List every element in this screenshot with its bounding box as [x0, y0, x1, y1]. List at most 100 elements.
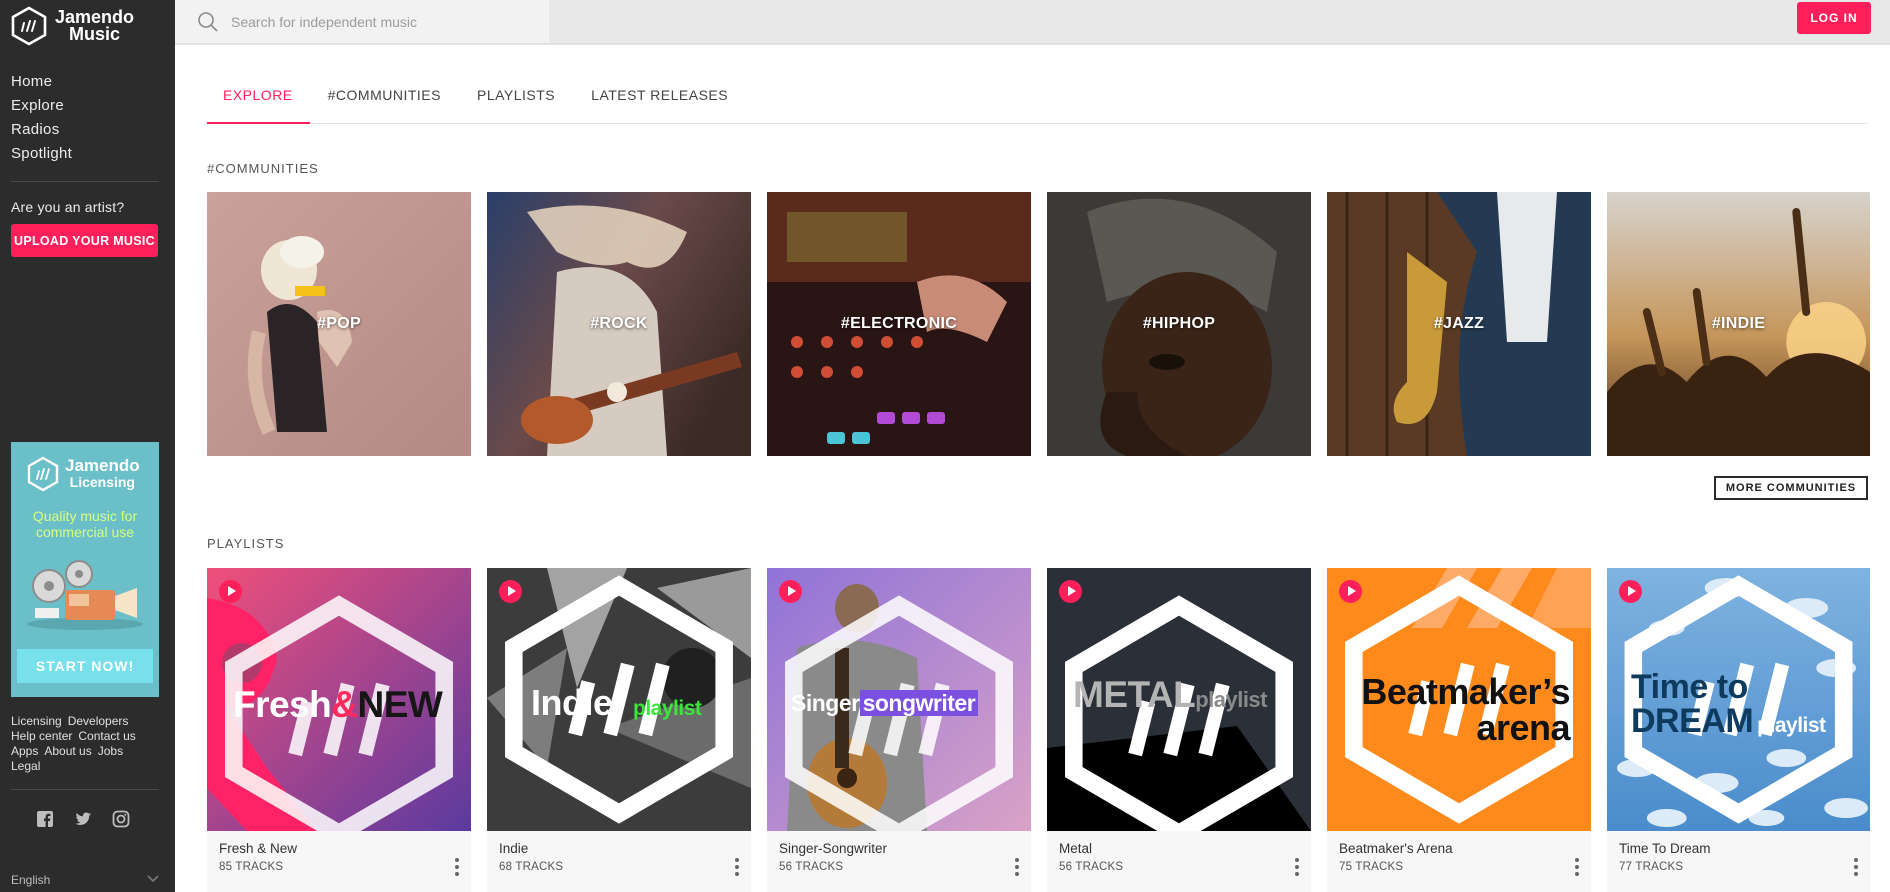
playlist-card-fresh-new[interactable]: Fresh&NEW Fresh & New 85 TRACKS	[207, 568, 471, 892]
community-card-pop[interactable]: #POP	[207, 192, 471, 456]
community-card-indie[interactable]: #INDIE	[1607, 192, 1870, 456]
community-label: #POP	[317, 315, 361, 332]
nav-item-explore[interactable]: Explore	[11, 94, 72, 118]
cover-title: METALplaylist	[1073, 674, 1267, 715]
social-links	[36, 810, 130, 828]
upload-music-button[interactable]: UPLOAD YOUR MUSIC	[11, 224, 158, 257]
track-count: 77 TRACKS	[1619, 861, 1684, 873]
playlist-name[interactable]: Metal	[1059, 841, 1092, 856]
login-button[interactable]: LOG IN	[1797, 2, 1871, 34]
playlist-cover: Time to DREAM playlist	[1607, 568, 1870, 831]
jamendo-licensing-logo-icon	[27, 456, 59, 492]
track-count: 56 TRACKS	[1059, 861, 1124, 873]
playlist-name[interactable]: Singer-Songwriter	[779, 841, 887, 856]
more-options-icon[interactable]	[735, 858, 739, 876]
nav-item-spotlight[interactable]: Spotlight	[11, 142, 72, 166]
explore-tabs: EXPLORE #COMMUNITIES PLAYLISTS LATEST RE…	[207, 86, 1868, 124]
licensing-tagline: Quality music for commercial use	[32, 508, 138, 540]
divider	[11, 181, 159, 182]
community-label: #HIPHOP	[1142, 315, 1216, 332]
playlists-section-title: PLAYLISTS	[207, 536, 285, 551]
tab-explore[interactable]: EXPLORE	[207, 86, 310, 124]
tab-communities[interactable]: #COMMUNITIES	[310, 86, 459, 124]
language-selector[interactable]: English	[11, 873, 159, 887]
footer-link-apps[interactable]: Apps	[11, 744, 38, 758]
community-card-jazz[interactable]: #JAZZ	[1327, 192, 1591, 456]
communities-grid: #POP #ROCK #ELECTRONIC #HIPHOP #JAZZ #IN…	[207, 192, 1870, 456]
nav-item-radios[interactable]: Radios	[11, 118, 72, 142]
cover-title: Time to DREAM playlist	[1631, 668, 1826, 740]
chevron-down-icon	[147, 875, 159, 883]
footer-link-developers[interactable]: Developers	[68, 714, 129, 728]
cover-title: Fresh&NEW	[233, 684, 443, 725]
main-content: EXPLORE #COMMUNITIES PLAYLISTS LATEST RE…	[175, 45, 1890, 892]
community-card-rock[interactable]: #ROCK	[487, 192, 751, 456]
start-now-button[interactable]: START NOW!	[17, 649, 153, 683]
language-label: English	[11, 873, 51, 887]
community-label: #INDIE	[1711, 315, 1766, 332]
more-options-icon[interactable]	[1015, 858, 1019, 876]
playlist-cover: Beatmaker’s arena	[1327, 568, 1591, 831]
facebook-icon[interactable]	[36, 810, 54, 828]
footer-link-jobs[interactable]: Jobs	[98, 744, 123, 758]
track-count: 75 TRACKS	[1339, 861, 1404, 873]
main-nav: Home Explore Radios Spotlight	[11, 70, 72, 166]
playlist-name[interactable]: Time To Dream	[1619, 841, 1711, 856]
footer-link-about-us[interactable]: About us	[44, 744, 91, 758]
brand-logo-link[interactable]: Jamendo Music	[10, 6, 134, 46]
licensing-banner[interactable]: Jamendo Licensing Quality music for comm…	[11, 442, 159, 697]
tab-playlists[interactable]: PLAYLISTS	[459, 86, 573, 124]
jamendo-logo-icon	[11, 6, 47, 46]
film-projector-illustration	[27, 560, 143, 630]
divider	[11, 789, 159, 790]
cover-title: Indie	[531, 682, 613, 723]
instagram-icon[interactable]	[112, 810, 130, 828]
playlist-card-time-to-dream[interactable]: Time to DREAM playlist Time To Dream 77 TR…	[1607, 568, 1870, 892]
playlist-cover: Indie playlist	[487, 568, 751, 831]
footer-link-licensing[interactable]: Licensing	[11, 714, 62, 728]
playlist-cover: METALplaylist	[1047, 568, 1311, 831]
more-communities-button[interactable]: MORE COMMUNITIES	[1714, 476, 1868, 500]
community-card-hiphop[interactable]: #HIPHOP	[1047, 192, 1311, 456]
sidebar: Jamendo Music Home Explore Radios Spotli…	[0, 0, 175, 892]
licensing-header: Jamendo Licensing	[27, 456, 140, 492]
twitter-icon[interactable]	[74, 810, 92, 828]
licensing-title: Jamendo Licensing	[65, 456, 140, 490]
nav-item-home[interactable]: Home	[11, 70, 72, 94]
playlist-name[interactable]: Fresh & New	[219, 841, 297, 856]
playlist-card-indie[interactable]: Indie playlist Indie 68 TRACKS	[487, 568, 751, 892]
footer-link-legal[interactable]: Legal	[11, 759, 40, 773]
search-icon	[198, 11, 218, 32]
cover-title: Singer songwriter	[791, 690, 979, 716]
community-label: #ROCK	[590, 315, 648, 332]
community-card-electronic[interactable]: #ELECTRONIC	[767, 192, 1031, 456]
artist-question: Are you an artist?	[11, 199, 125, 215]
footer-links: Licensing Developers Help center Contact u…	[11, 714, 161, 774]
search-bar[interactable]	[175, 0, 549, 43]
brand-name: Jamendo Music	[55, 7, 135, 44]
footer-link-contact-us[interactable]: Contact us	[78, 729, 135, 743]
more-options-icon[interactable]	[455, 858, 459, 876]
playlist-name[interactable]: Beatmaker's Arena	[1339, 841, 1453, 856]
more-options-icon[interactable]	[1575, 858, 1579, 876]
cover-title: Beatmaker’s arena	[1361, 671, 1570, 748]
more-options-icon[interactable]	[1295, 858, 1299, 876]
track-count: 68 TRACKS	[499, 861, 564, 873]
more-options-icon[interactable]	[1854, 858, 1858, 876]
tab-latest-releases[interactable]: LATEST RELEASES	[573, 86, 746, 124]
playlist-card-beatmakers-arena[interactable]: Beatmaker’s arena Beatmaker's Arena 75 TR…	[1327, 568, 1591, 892]
footer-link-help-center[interactable]: Help center	[11, 729, 72, 743]
playlist-card-singer-songwriter[interactable]: Singer songwriter Singer-Songwriter 56 TR…	[767, 568, 1031, 892]
playlist-cover: Singer songwriter	[767, 568, 1031, 831]
playlist-cover: Fresh&NEW	[207, 568, 471, 831]
community-label: #ELECTRONIC	[840, 315, 958, 332]
playlist-card-metal[interactable]: METALplaylist Metal 56 TRACKS	[1047, 568, 1311, 892]
jamendo-badge-icon	[505, 575, 733, 824]
top-bar: LOG IN	[175, 0, 1890, 45]
playlists-grid: Fresh&NEW Fresh & New 85 TRACKS Indie pl…	[207, 568, 1870, 892]
search-input[interactable]	[231, 13, 531, 30]
communities-section-title: #COMMUNITIES	[207, 161, 319, 176]
track-count: 85 TRACKS	[219, 861, 284, 873]
playlist-name[interactable]: Indie	[499, 841, 528, 856]
cover-subtitle: playlist	[633, 697, 702, 720]
